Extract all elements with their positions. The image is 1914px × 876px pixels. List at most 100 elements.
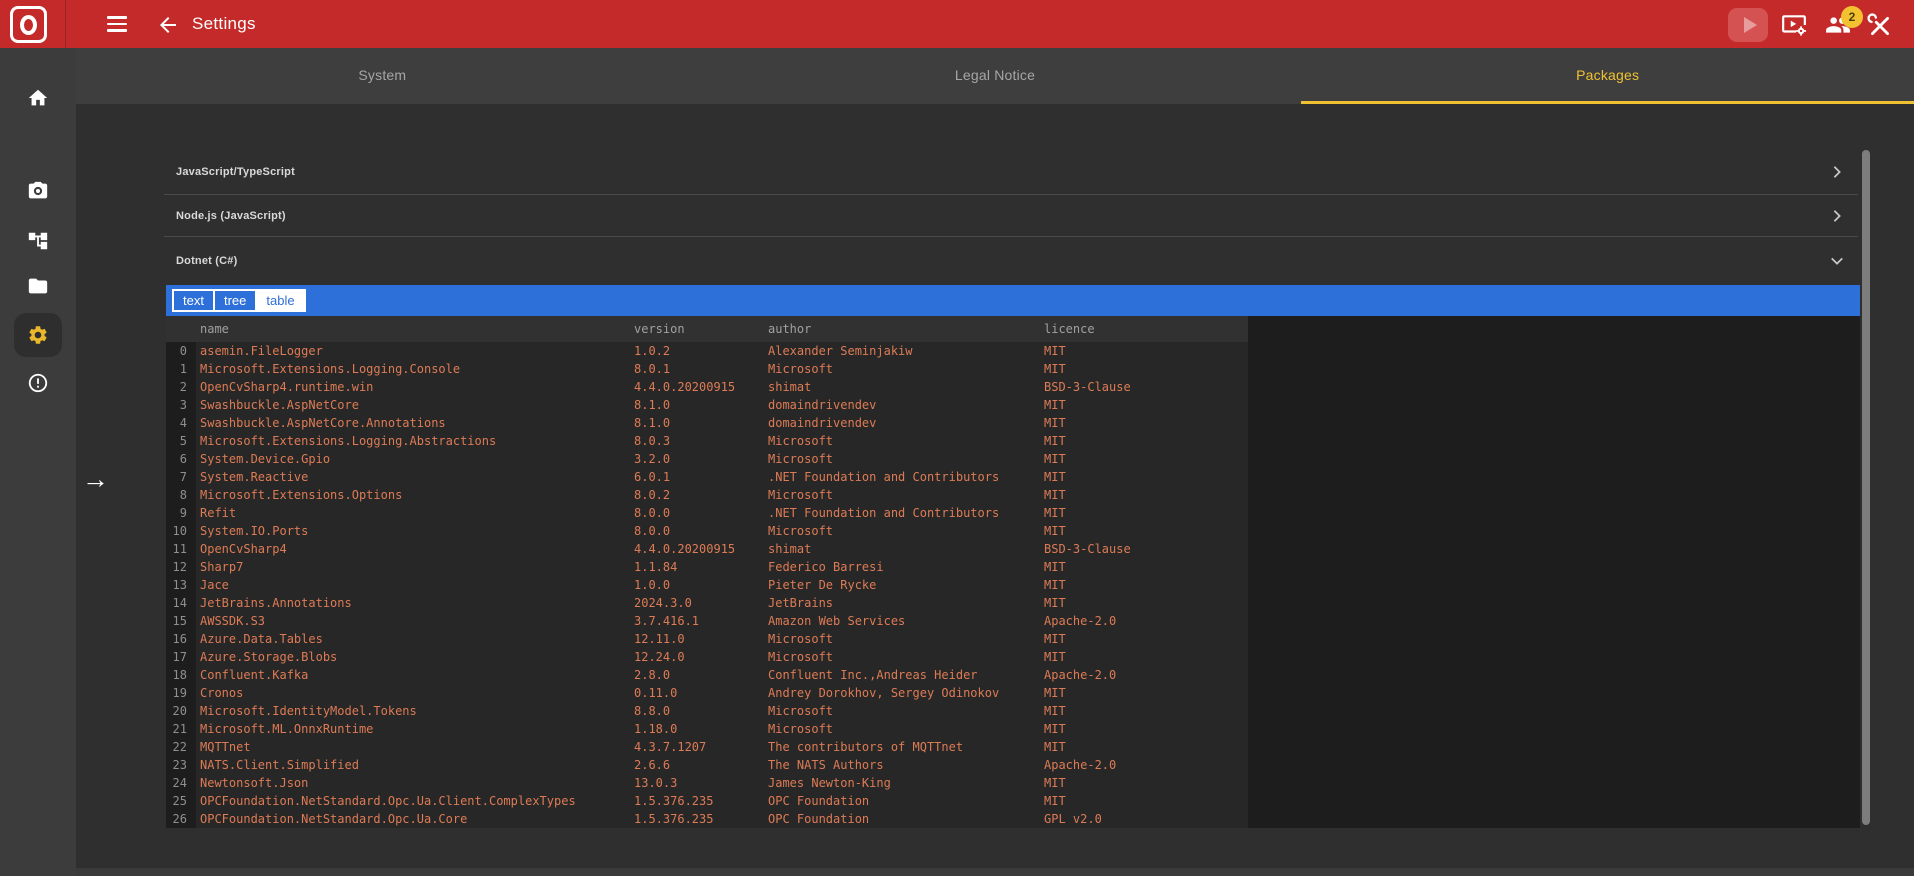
- table-row[interactable]: 24 Newtonsoft.Json 13.0.3 James Newton-King…: [166, 774, 1860, 792]
- accordion-dotnet[interactable]: Dotnet (C#): [164, 237, 1858, 285]
- cell-author: OPC Foundation: [764, 810, 1040, 828]
- sidebar-item-workflow[interactable]: [0, 219, 76, 263]
- table-row[interactable]: 0 asemin.FileLogger 1.0.2 Alexander Seminja…: [166, 342, 1860, 360]
- expand-drawer-arrow[interactable]: →: [82, 466, 109, 493]
- row-index: 26: [172, 812, 187, 826]
- workflow-tree-icon: [28, 232, 48, 250]
- sidebar-item-errors[interactable]: [0, 361, 76, 405]
- table-row[interactable]: 26 OPCFoundation.NetStandard.Opc.Ua.Core 1…: [166, 810, 1860, 828]
- table-row[interactable]: 3 Swashbuckle.AspNetCore 8.1.0 domaindriven…: [166, 396, 1860, 414]
- table-row[interactable]: 5 Microsoft.Extensions.Logging.Abstractio…: [166, 432, 1860, 450]
- cell-version: 3.7.416.1: [630, 612, 764, 630]
- table-row[interactable]: 13 Jace 1.0.0 Pieter De Rycke MIT: [166, 576, 1860, 594]
- cell-name: Swashbuckle.AspNetCore.Annotations: [196, 414, 630, 432]
- cell-licence: MIT: [1040, 396, 1248, 414]
- table-header-row: name version author licence: [166, 316, 1860, 342]
- table-row[interactable]: 23 NATS.Client.Simplified 2.6.6 The NATS Au…: [166, 756, 1860, 774]
- sidebar-item-settings[interactable]: [0, 313, 76, 357]
- cell-name: Azure.Data.Tables: [196, 630, 630, 648]
- cell-name: Microsoft.Extensions.Logging.Console: [196, 360, 630, 378]
- cell-version: 8.0.3: [630, 432, 764, 450]
- cell-version: 3.2.0: [630, 450, 764, 468]
- table-row[interactable]: 22 MQTTnet 4.3.7.1207 The contributors of M…: [166, 738, 1860, 756]
- cell-version: 4.3.7.1207: [630, 738, 764, 756]
- error-icon: [28, 373, 48, 393]
- cell-author: Microsoft: [764, 450, 1040, 468]
- row-index: 21: [172, 722, 187, 736]
- cell-version: 12.11.0: [630, 630, 764, 648]
- sidebar-item-camera[interactable]: [0, 169, 76, 213]
- cell-name: Microsoft.Extensions.Options: [196, 486, 630, 504]
- column-header-name: name: [200, 322, 229, 336]
- cell-version: 2.6.6: [630, 756, 764, 774]
- cell-name: OPCFoundation.NetStandard.Opc.Ua.Core: [196, 810, 630, 828]
- table-row[interactable]: 4 Swashbuckle.AspNetCore.Annotations 8.1.0…: [166, 414, 1860, 432]
- row-index: 19: [172, 686, 187, 700]
- app-window: Settings 2 System Legal Notice Packages …: [0, 0, 1914, 876]
- cell-licence: MIT: [1040, 702, 1248, 720]
- accordion-javascript-typescript[interactable]: JavaScript/TypeScript: [164, 150, 1858, 195]
- table-row[interactable]: 16 Azure.Data.Tables 12.11.0 Microsoft MIT: [166, 630, 1860, 648]
- cell-version: 1.18.0: [630, 720, 764, 738]
- table-row[interactable]: 2 OpenCvSharp4.runtime.win 4.4.0.20200915 s…: [166, 378, 1860, 396]
- cell-author: .NET Foundation and Contributors: [764, 504, 1040, 522]
- accordion-nodejs[interactable]: Node.js (JavaScript): [164, 195, 1858, 237]
- tab-legal-notice[interactable]: Legal Notice: [689, 48, 1302, 104]
- row-index: 24: [172, 776, 187, 790]
- cell-author: James Newton-King: [764, 774, 1040, 792]
- cell-name: Sharp7: [196, 558, 630, 576]
- cell-version: 0.11.0: [630, 684, 764, 702]
- table-row[interactable]: 20 Microsoft.IdentityModel.Tokens 8.8.0 Mic…: [166, 702, 1860, 720]
- view-mode-text-button[interactable]: text: [172, 289, 213, 312]
- table-row[interactable]: 19 Cronos 0.11.0 Andrey Dorokhov, Sergey Od…: [166, 684, 1860, 702]
- table-row[interactable]: 25 OPCFoundation.NetStandard.Opc.Ua.Clien…: [166, 792, 1860, 810]
- cell-name: Microsoft.IdentityModel.Tokens: [196, 702, 630, 720]
- row-filler: [1248, 648, 1860, 666]
- menu-icon[interactable]: [107, 16, 127, 32]
- view-mode-table-button[interactable]: table: [255, 289, 306, 312]
- cell-name: Confluent.Kafka: [196, 666, 630, 684]
- table-row[interactable]: 10 System.IO.Ports 8.0.0 Microsoft MIT: [166, 522, 1860, 540]
- view-mode-tree-button[interactable]: tree: [212, 289, 256, 312]
- sidebar-item-files[interactable]: [0, 264, 76, 308]
- vertical-scrollbar-thumb[interactable]: [1862, 150, 1870, 825]
- play-button[interactable]: [1728, 8, 1768, 42]
- row-filler: [1248, 810, 1860, 828]
- cell-author: Confluent Inc.,Andreas Heider: [764, 666, 1040, 684]
- table-row[interactable]: 7 System.Reactive 6.0.1 .NET Foundation and…: [166, 468, 1860, 486]
- tab-system[interactable]: System: [76, 48, 689, 104]
- cell-author: Microsoft: [764, 720, 1040, 738]
- cell-licence: MIT: [1040, 630, 1248, 648]
- cell-name: System.Reactive: [196, 468, 630, 486]
- service-tools-icon[interactable]: [1866, 13, 1894, 39]
- row-filler: [1248, 738, 1860, 756]
- row-index: 8: [179, 488, 187, 502]
- accordion-label: Dotnet (C#): [176, 255, 238, 267]
- tab-packages[interactable]: Packages: [1301, 48, 1914, 104]
- cell-version: 12.24.0: [630, 648, 764, 666]
- table-row[interactable]: 14 JetBrains.Annotations 2024.3.0 JetBrains…: [166, 594, 1860, 612]
- column-header-author: author: [768, 322, 812, 336]
- table-row[interactable]: 9 Refit 8.0.0 .NET Foundation and Contribut…: [166, 504, 1860, 522]
- cell-author: Microsoft: [764, 432, 1040, 450]
- table-row[interactable]: 21 Microsoft.ML.OnnxRuntime 1.18.0 Microsof…: [166, 720, 1860, 738]
- screen-cast-settings-icon[interactable]: [1780, 12, 1808, 38]
- cell-licence: MIT: [1040, 558, 1248, 576]
- packages-panel: → JavaScript/TypeScript Node.js (JavaScr…: [76, 104, 1914, 876]
- table-row[interactable]: 18 Confluent.Kafka 2.8.0 Confluent Inc.,And…: [166, 666, 1860, 684]
- accordion-label: JavaScript/TypeScript: [176, 166, 295, 178]
- table-row[interactable]: 6 System.Device.Gpio 3.2.0 Microsoft MIT: [166, 450, 1860, 468]
- cell-author: domaindrivendev: [764, 396, 1040, 414]
- sidebar-item-home[interactable]: [0, 76, 76, 120]
- cell-author: .NET Foundation and Contributors: [764, 468, 1040, 486]
- table-row[interactable]: 8 Microsoft.Extensions.Options 8.0.2 Micros…: [166, 486, 1860, 504]
- cell-version: 2.8.0: [630, 666, 764, 684]
- table-row[interactable]: 11 OpenCvSharp4 4.4.0.20200915 shimat BSD-3-…: [166, 540, 1860, 558]
- back-arrow-icon[interactable]: [156, 13, 180, 37]
- cell-licence: MIT: [1040, 360, 1248, 378]
- table-row[interactable]: 12 Sharp7 1.1.84 Federico Barresi MIT: [166, 558, 1860, 576]
- table-row[interactable]: 17 Azure.Storage.Blobs 12.24.0 Microsoft MIT: [166, 648, 1860, 666]
- table-row[interactable]: 1 Microsoft.Extensions.Logging.Console 8.0…: [166, 360, 1860, 378]
- table-row[interactable]: 15 AWSSDK.S3 3.7.416.1 Amazon Web Services A…: [166, 612, 1860, 630]
- play-icon: [1743, 17, 1757, 33]
